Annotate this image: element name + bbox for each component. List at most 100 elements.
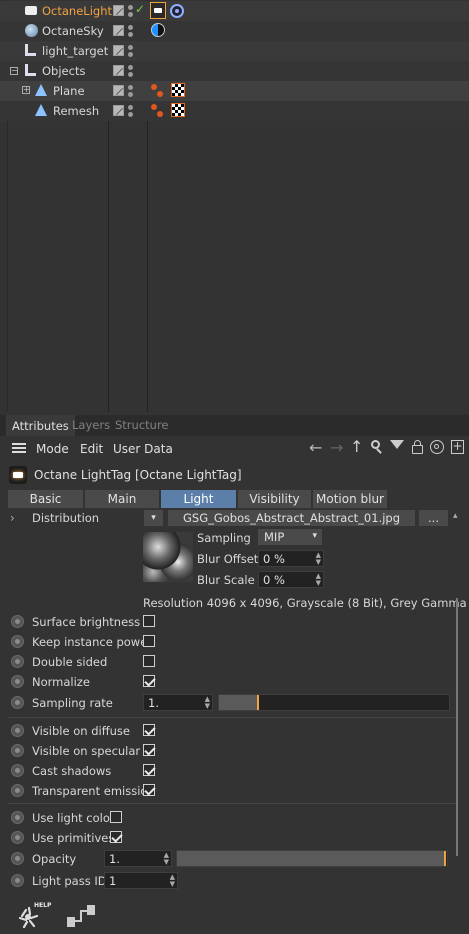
om-row-octanelight[interactable]: OctaneLight ✓ [0,1,469,21]
om-row-light-target[interactable]: light_target [0,41,469,61]
scrollbar-thumb[interactable] [456,598,458,856]
material-tag-icon[interactable] [151,84,165,98]
animate-radio-icon[interactable] [11,675,24,688]
opacity-value: 1. [109,852,120,866]
environment-tag-icon[interactable] [151,23,165,37]
edit-layer-icon[interactable] [113,45,124,56]
use-primitives-checkbox[interactable] [110,831,122,843]
spinner-arrows-icon[interactable]: ▲ ▼ [170,874,175,888]
octane-help-icon[interactable]: HELP [14,902,51,930]
cast-shadows-checkbox[interactable] [143,764,155,776]
double-sided-checkbox[interactable] [143,655,155,667]
surface-brightness-checkbox[interactable] [143,615,155,627]
section-tab-motion-blur[interactable]: Motion blur [313,490,387,508]
lock-icon[interactable] [412,445,423,454]
animate-radio-icon[interactable] [11,724,24,737]
visibility-dots-icon[interactable] [128,105,133,117]
normalize-checkbox[interactable] [143,675,155,687]
use-light-color-checkbox[interactable] [110,811,122,823]
search-icon[interactable] [371,440,380,449]
surface-brightness-label: Surface brightness [32,615,141,629]
spinner-arrows-icon[interactable]: ▲ ▼ [164,852,169,866]
edit-layer-icon[interactable] [113,65,124,76]
edit-layer-icon[interactable] [113,25,124,36]
edit-layer-icon[interactable] [113,105,124,116]
menu-user-data[interactable]: User Data [113,442,173,456]
animate-radio-icon[interactable] [11,696,24,709]
new-panel-icon[interactable]: + [451,440,464,454]
sampling-rate-field[interactable]: 1. ▲ ▼ [143,694,213,711]
animate-radio-icon[interactable] [11,635,24,648]
keep-instance-power-checkbox[interactable] [143,635,155,647]
om-row-octanesky[interactable]: OctaneSky [0,21,469,41]
visibility-dots-icon[interactable] [128,85,133,97]
animate-radio-icon[interactable] [11,655,24,668]
material-tag-icon[interactable] [151,104,165,118]
light-pass-id-field[interactable]: 1 ▲ ▼ [104,872,178,889]
back-arrow-icon[interactable]: ← [309,438,322,457]
tab-structure[interactable]: Structure [115,418,169,432]
visible-on-specular-checkbox[interactable] [143,744,155,756]
spinner-arrows-icon[interactable]: ▲ ▼ [316,552,321,566]
animate-radio-icon[interactable] [11,831,24,844]
sampling-dropdown[interactable]: MIP ▾ [258,529,322,545]
scroll-up-icon[interactable]: ▴ [453,511,458,521]
edit-layer-icon[interactable] [113,85,124,96]
om-row-label: light_target [42,44,109,58]
target-tag-icon[interactable] [170,4,184,18]
visibility-dots-icon[interactable] [128,5,133,17]
animate-radio-icon[interactable] [11,784,24,797]
om-row-objects[interactable]: − Objects [0,61,469,81]
section-tab-visibility[interactable]: Visibility [238,490,311,508]
opacity-slider[interactable] [176,850,448,867]
tab-layers[interactable]: Layers [72,418,110,432]
menu-edit[interactable]: Edit [80,442,103,456]
om-row-plane[interactable]: + Plane [0,81,469,101]
texture-tag-icon[interactable] [171,103,185,117]
transparent-emission-checkbox[interactable] [143,784,155,796]
animate-radio-icon[interactable] [11,615,24,628]
animate-radio-icon[interactable] [11,874,24,887]
node-editor-icon[interactable] [65,903,99,931]
browse-button[interactable]: ... [419,510,448,526]
visibility-dots-icon[interactable] [128,25,133,37]
edit-layer-icon[interactable] [113,5,124,16]
tab-attributes[interactable]: Attributes [6,415,75,436]
distribution-file-field[interactable]: GSG_Gobos_Abstract_Abstract_01.jpg [168,510,415,526]
opacity-field[interactable]: 1. ▲ ▼ [104,850,172,867]
visibility-dots-icon[interactable] [128,65,133,77]
gobo-texture-preview[interactable] [143,532,193,582]
om-row-remesh[interactable]: Remesh [0,101,469,121]
visibility-dots-icon[interactable] [128,45,133,57]
visible-on-diffuse-checkbox[interactable] [143,724,155,736]
sampling-rate-slider[interactable] [218,694,450,711]
distribution-menu-button[interactable]: ▾ [144,510,163,526]
enabled-check-icon[interactable]: ✓ [135,2,145,16]
section-tab-light-settings[interactable]: Light settings [161,490,236,524]
sampling-value: MIP [264,530,285,544]
expand-toggle-icon[interactable]: + [22,86,30,94]
section-tab-main[interactable]: Main [85,490,159,508]
spinner-arrows-icon[interactable]: ▲ ▼ [316,573,321,587]
blur-offset-field[interactable]: 0 % ▲ ▼ [258,550,324,567]
chevron-right-icon[interactable]: › [10,511,15,525]
transparent-emission-label: Transparent emission [32,784,155,798]
collapse-toggle-icon[interactable]: − [10,67,18,75]
animate-radio-icon[interactable] [11,811,24,824]
animate-radio-icon[interactable] [11,852,24,865]
slider-handle[interactable] [257,695,259,710]
section-tab-basic[interactable]: Basic [8,490,83,508]
up-arrow-icon[interactable]: ↑ [350,437,363,456]
octane-lighttag-icon[interactable] [150,2,166,19]
filter-icon[interactable] [390,440,404,449]
slider-handle[interactable] [444,851,446,866]
forward-arrow-icon[interactable]: → [330,438,343,457]
animate-radio-icon[interactable] [11,764,24,777]
menu-mode[interactable]: Mode [36,442,69,456]
texture-tag-icon[interactable] [171,83,185,97]
spinner-arrows-icon[interactable]: ▲ ▼ [205,696,210,710]
target-icon[interactable] [430,440,444,454]
animate-radio-icon[interactable] [11,744,24,757]
hamburger-menu-icon[interactable] [12,443,26,445]
blur-scale-field[interactable]: 0 % ▲ ▼ [258,571,324,588]
